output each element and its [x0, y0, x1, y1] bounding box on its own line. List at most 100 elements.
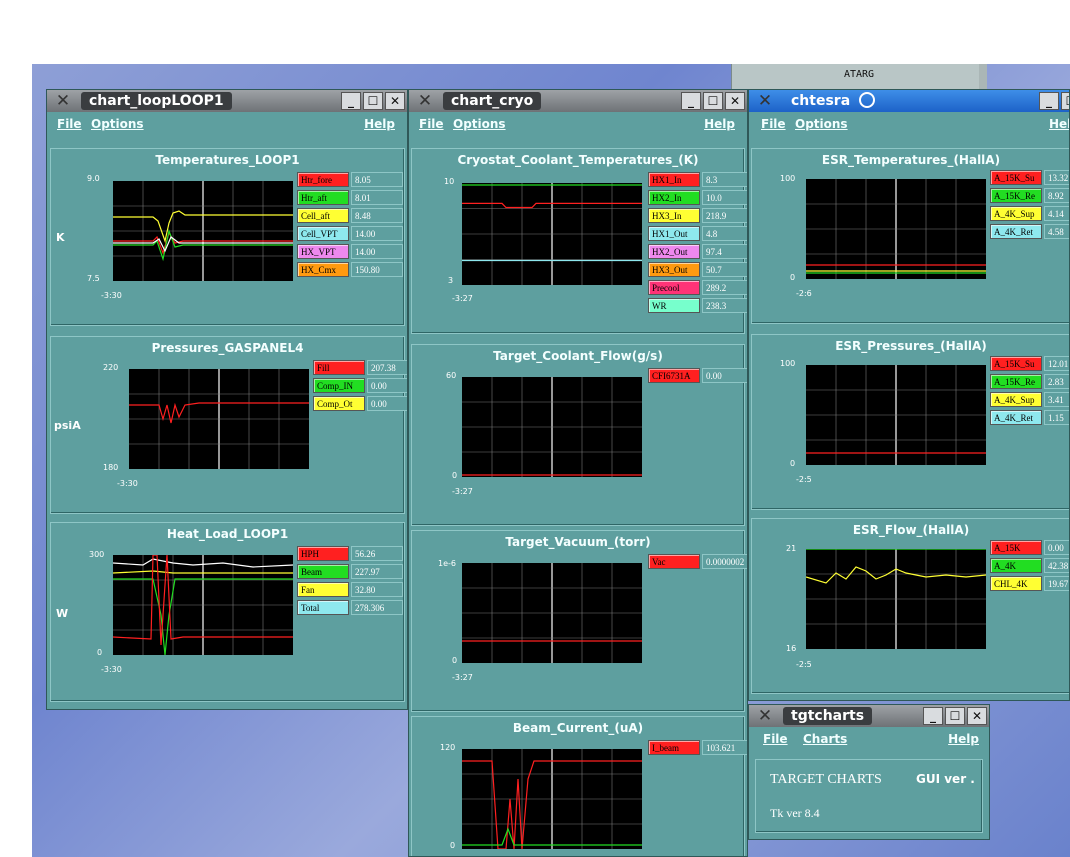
menu-file[interactable]: File: [57, 117, 82, 131]
legend-series-button[interactable]: HPH: [297, 546, 349, 561]
legend-series-button[interactable]: Precool: [648, 280, 700, 295]
x-tick-label: -3:27: [452, 487, 473, 496]
legend-series-button[interactable]: Comp_Ot: [313, 396, 365, 411]
legend-series-button[interactable]: Htr_aft: [297, 190, 349, 205]
legend-series-button[interactable]: A_4K: [990, 558, 1042, 573]
menu-file[interactable]: File: [761, 117, 786, 131]
esr-titlebar[interactable]: ✕ chtesra _ ☐: [749, 90, 1069, 112]
chart-title: ESR_Temperatures_(HallA): [821, 153, 1001, 167]
close-button[interactable]: ✕: [385, 92, 405, 110]
menu-file[interactable]: File: [763, 732, 788, 746]
legend-series-button[interactable]: I_beam: [648, 740, 700, 755]
legend-series-button[interactable]: Beam: [297, 564, 349, 579]
minimize-button[interactable]: _: [341, 92, 361, 110]
legend-value: 14.00: [351, 244, 403, 259]
legend-series-button[interactable]: Vac: [648, 554, 700, 569]
legend-series-button[interactable]: WR: [648, 298, 700, 313]
legend-series-button[interactable]: A_4K_Ret: [990, 224, 1042, 239]
y-min-tick: 0: [790, 273, 796, 282]
plot-area[interactable]: [806, 179, 986, 279]
legend-series-button[interactable]: Fan: [297, 582, 349, 597]
legend-series-button[interactable]: Htr_fore: [297, 172, 349, 187]
maximize-button[interactable]: ☐: [945, 707, 965, 725]
legend-series-button[interactable]: Total: [297, 600, 349, 615]
plot-area[interactable]: [462, 563, 642, 663]
menu-file[interactable]: File: [419, 117, 444, 131]
maximize-button[interactable]: ☐: [703, 92, 723, 110]
legend-series-button[interactable]: HX3_In: [648, 208, 700, 223]
y-min-tick: 7.5: [87, 274, 100, 283]
legend-series-button[interactable]: HX3_Out: [648, 262, 700, 277]
legend-series-button[interactable]: A_4K_Sup: [990, 392, 1042, 407]
loop-titlebar[interactable]: ✕ chart_loopLOOP1 _ ☐ ✕: [47, 90, 407, 112]
menu-options[interactable]: Options: [453, 117, 506, 131]
legend-series-button[interactable]: HX_Cmx: [297, 262, 349, 277]
minimize-button[interactable]: _: [1039, 92, 1059, 110]
minimize-button[interactable]: _: [923, 707, 943, 725]
loop-window[interactable]: ✕ chart_loopLOOP1 _ ☐ ✕ File Options Hel…: [46, 89, 408, 710]
cryo-titlebar[interactable]: ✕ chart_cryo _ ☐ ✕: [409, 90, 747, 112]
esr-window[interactable]: ✕ chtesra _ ☐ File Options Help ESR_Temp…: [748, 89, 1070, 701]
legend-series-button[interactable]: HX2_In: [648, 190, 700, 205]
menu-options[interactable]: Options: [91, 117, 144, 131]
plot-area[interactable]: [806, 549, 986, 649]
cryo-window[interactable]: ✕ chart_cryo _ ☐ ✕ File Options Help Cry…: [408, 89, 748, 857]
legend-value: 14.00: [351, 226, 403, 241]
x-logo-icon[interactable]: ✕: [53, 92, 73, 110]
plot-area[interactable]: [462, 749, 642, 849]
chart-title: ESR_Flow_(HallA): [852, 523, 970, 537]
app-title: TARGET CHARTS: [770, 772, 882, 787]
legend-value: 4.14: [1044, 206, 1069, 221]
minimize-button[interactable]: _: [681, 92, 701, 110]
legend-series-button[interactable]: A_4K_Sup: [990, 206, 1042, 221]
legend-series-button[interactable]: A_15K_Re: [990, 188, 1042, 203]
legend-series-button[interactable]: HX1_Out: [648, 226, 700, 241]
chart-panel: ESR_Pressures_(HallA) 100 0 -2:5 A_15K_S…: [751, 334, 1069, 510]
plot-area[interactable]: [113, 181, 293, 281]
x-logo-icon[interactable]: ✕: [755, 92, 775, 110]
legend-value: 2.83: [1044, 374, 1069, 389]
menu-options[interactable]: Options: [795, 117, 848, 131]
y-axis-label: W: [56, 607, 69, 620]
close-button[interactable]: ✕: [967, 707, 987, 725]
legend-series-button[interactable]: A_4K_Ret: [990, 410, 1042, 425]
plot-area[interactable]: [806, 365, 986, 465]
legend-series-button[interactable]: Fill: [313, 360, 365, 375]
x-tick-label: -3:27: [452, 673, 473, 682]
menu-help[interactable]: Help: [704, 117, 735, 131]
plot-area[interactable]: [129, 369, 309, 469]
menu-help[interactable]: Help: [364, 117, 395, 131]
legend-series-button[interactable]: Cell_aft: [297, 208, 349, 223]
plot-area[interactable]: [462, 377, 642, 477]
legend-series-button[interactable]: Comp_IN: [313, 378, 365, 393]
legend-value: 56.26: [351, 546, 403, 561]
close-button[interactable]: ✕: [725, 92, 745, 110]
legend-series-button[interactable]: CHL_4K: [990, 576, 1042, 591]
legend-series-button[interactable]: A_15K_Su: [990, 356, 1042, 371]
menu-charts[interactable]: Charts: [803, 732, 847, 746]
tgtcharts-titlebar[interactable]: ✕ tgtcharts _ ☐ ✕: [749, 705, 989, 727]
legend-series-button[interactable]: A_15K_Re: [990, 374, 1042, 389]
maximize-button[interactable]: ☐: [1061, 92, 1069, 110]
plot-area[interactable]: [113, 555, 293, 655]
legend-value: 278.306: [351, 600, 403, 615]
menu-help[interactable]: Help: [948, 732, 979, 746]
tgtcharts-window[interactable]: ✕ tgtcharts _ ☐ ✕ File Charts Help TARGE…: [748, 704, 990, 840]
legend-series-button[interactable]: HX2_Out: [648, 244, 700, 259]
y-min-tick: 180: [103, 463, 119, 472]
legend-series-button[interactable]: HX_VPT: [297, 244, 349, 259]
y-min-tick: 0: [452, 656, 458, 665]
legend-series-button[interactable]: HX1_In: [648, 172, 700, 187]
atarg-window-label[interactable]: ATARG: [731, 64, 987, 91]
menu-help[interactable]: Help: [1049, 117, 1069, 131]
legend-value: 8.05: [351, 172, 403, 187]
legend-series-button[interactable]: A_15K_Su: [990, 170, 1042, 185]
plot-area[interactable]: [462, 183, 642, 285]
legend-series-button[interactable]: Cell_VPT: [297, 226, 349, 241]
legend-value: 0.00: [1044, 540, 1069, 555]
legend-series-button[interactable]: CFI6731A: [648, 368, 700, 383]
x-logo-icon[interactable]: ✕: [415, 92, 435, 110]
maximize-button[interactable]: ☐: [363, 92, 383, 110]
x-logo-icon[interactable]: ✕: [755, 707, 775, 725]
legend-series-button[interactable]: A_15K: [990, 540, 1042, 555]
